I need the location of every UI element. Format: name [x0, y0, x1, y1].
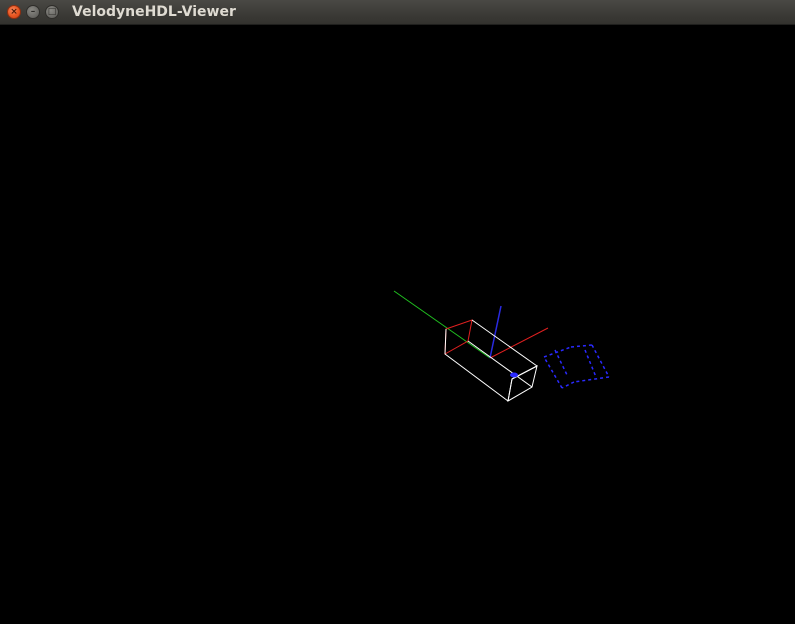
- 3d-render-viewport[interactable]: [0, 25, 795, 624]
- maximize-icon: □: [47, 6, 57, 17]
- minimize-icon: –: [30, 6, 36, 17]
- close-icon: ×: [10, 6, 18, 17]
- sensor-point: [510, 372, 518, 378]
- maximize-button[interactable]: □: [45, 5, 59, 19]
- title-bar[interactable]: × – □ VelodyneHDL-Viewer: [0, 0, 795, 25]
- y-axis-line: [393, 290, 491, 359]
- window-title: VelodyneHDL-Viewer: [72, 4, 236, 20]
- z-axis-line: [489, 305, 502, 359]
- point-cloud: [543, 344, 610, 389]
- application-window: × – □ VelodyneHDL-Viewer: [0, 0, 795, 624]
- sensor-box-end-face: [444, 319, 473, 355]
- close-button[interactable]: ×: [7, 5, 21, 19]
- sensor-box-wireframe: [444, 319, 538, 402]
- scene-canvas[interactable]: [0, 25, 795, 624]
- minimize-button[interactable]: –: [26, 5, 40, 19]
